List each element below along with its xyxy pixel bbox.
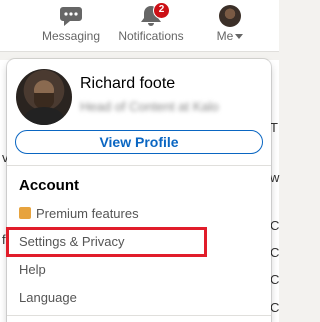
chevron-down-icon	[235, 34, 244, 40]
nav-messaging-label: Messaging	[41, 29, 101, 43]
menu-item-help[interactable]: Help	[19, 262, 46, 277]
menu-item-premium[interactable]: Premium features	[19, 206, 139, 221]
background-text-fragment: C	[270, 218, 280, 233]
divider	[7, 165, 271, 166]
top-navbar: s Messaging 2 Notifications Me	[0, 0, 279, 52]
background-text-fragment: f	[2, 232, 6, 247]
background-text-fragment: T	[270, 120, 278, 135]
me-dropdown-menu: Richard foote Head of Content at Kalo Vi…	[7, 59, 271, 322]
nav-item-partial[interactable]: s	[0, 0, 8, 52]
background-text-fragment: C	[270, 300, 280, 315]
profile-name: Richard foote	[80, 75, 176, 92]
nav-item-notifications[interactable]: 2 Notifications	[114, 0, 188, 52]
avatar-detail	[24, 107, 64, 125]
profile-avatar[interactable]	[16, 69, 72, 125]
nav-item-messaging[interactable]: Messaging	[40, 0, 102, 52]
background-text-fragment: w	[270, 170, 280, 185]
menu-item-language[interactable]: Language	[19, 290, 77, 305]
account-section-title: Account	[19, 177, 79, 194]
nav-item-me[interactable]: Me	[207, 0, 253, 52]
avatar	[219, 5, 241, 27]
menu-item-settings-privacy[interactable]: Settings & Privacy	[19, 234, 125, 249]
view-profile-button[interactable]: View Profile	[15, 130, 263, 154]
profile-headline: Head of Content at Kalo	[80, 99, 219, 114]
background-text-fragment: C	[270, 245, 280, 260]
background-text-fragment: C	[270, 272, 280, 287]
nav-me-label: Me	[207, 29, 253, 43]
me-label-text: Me	[216, 29, 234, 43]
notifications-badge: 2	[153, 2, 170, 19]
nav-notifications-label: Notifications	[118, 29, 184, 43]
divider	[7, 315, 271, 316]
premium-icon	[19, 207, 31, 219]
messaging-icon	[59, 5, 83, 27]
premium-label: Premium features	[36, 206, 139, 221]
